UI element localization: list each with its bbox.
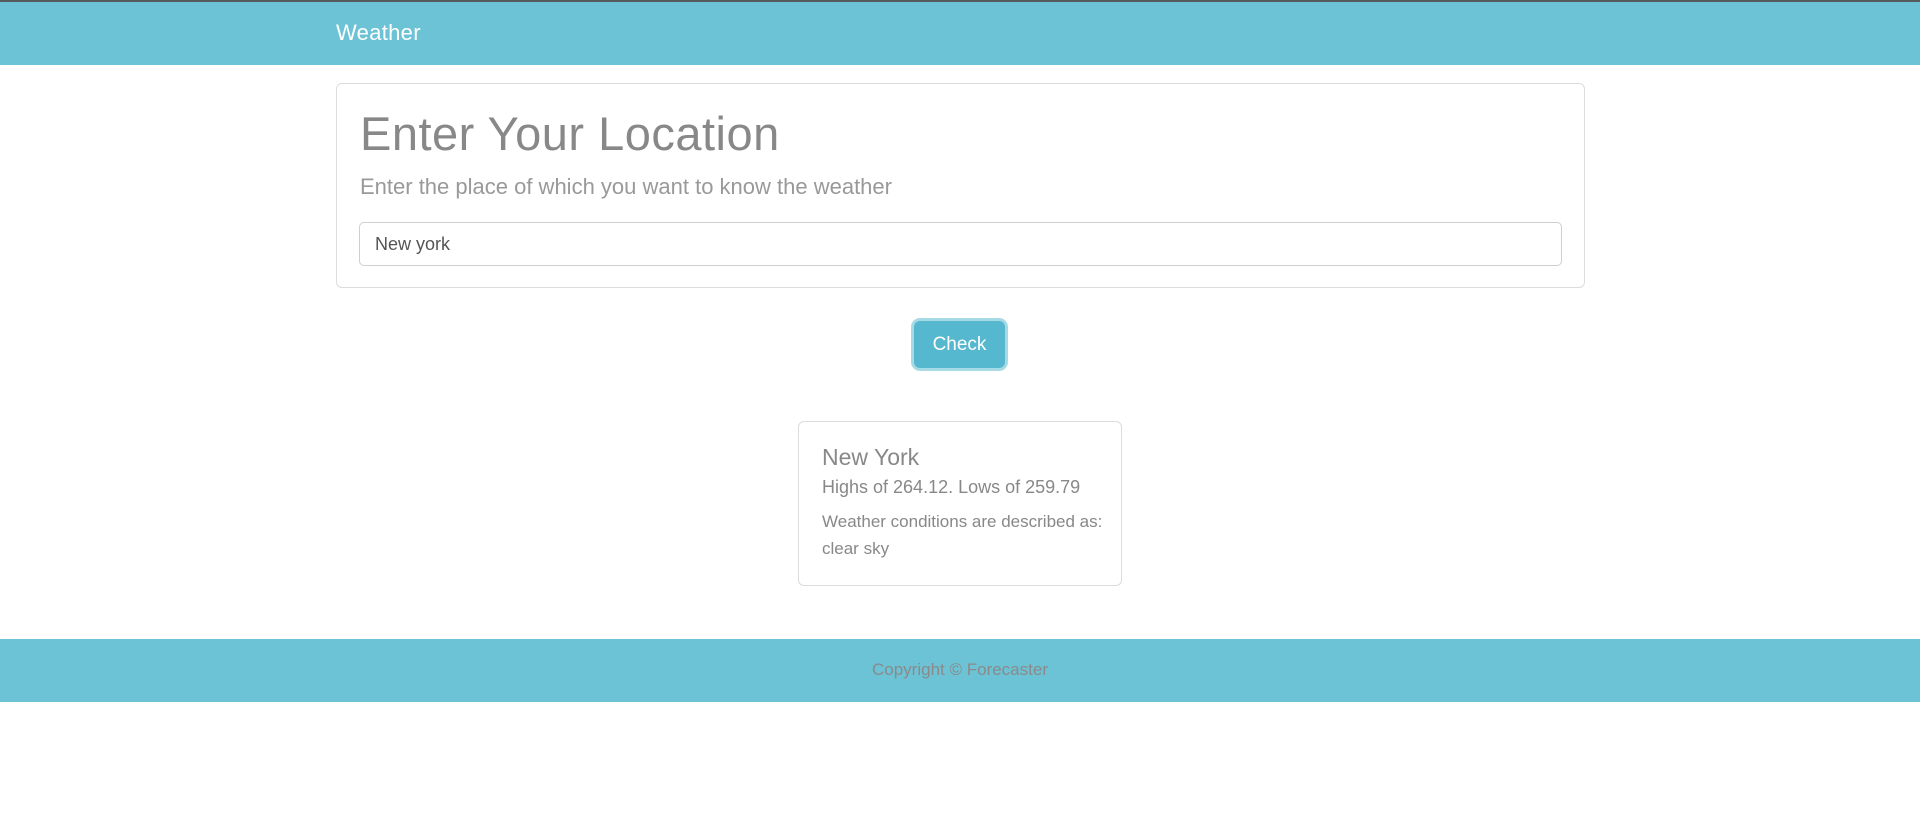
- location-panel: Enter Your Location Enter the place of w…: [336, 83, 1585, 288]
- weather-result-card: New York Highs of 264.12. Lows of 259.79…: [798, 421, 1122, 586]
- location-input[interactable]: [359, 222, 1562, 266]
- page-title: Enter Your Location: [360, 107, 780, 160]
- navbar-brand[interactable]: Weather: [336, 20, 421, 46]
- result-city: New York: [822, 444, 920, 470]
- page-subtitle: Enter the place of which you want to kno…: [360, 174, 892, 199]
- result-description: Weather conditions are described as: cle…: [822, 512, 1103, 558]
- navbar: Weather: [0, 0, 1920, 65]
- footer: Copyright © Forecaster: [0, 639, 1920, 702]
- result-temperatures: Highs of 264.12. Lows of 259.79: [822, 477, 1081, 497]
- footer-copyright: Copyright © Forecaster: [872, 660, 1048, 679]
- check-button[interactable]: Check: [914, 321, 1005, 368]
